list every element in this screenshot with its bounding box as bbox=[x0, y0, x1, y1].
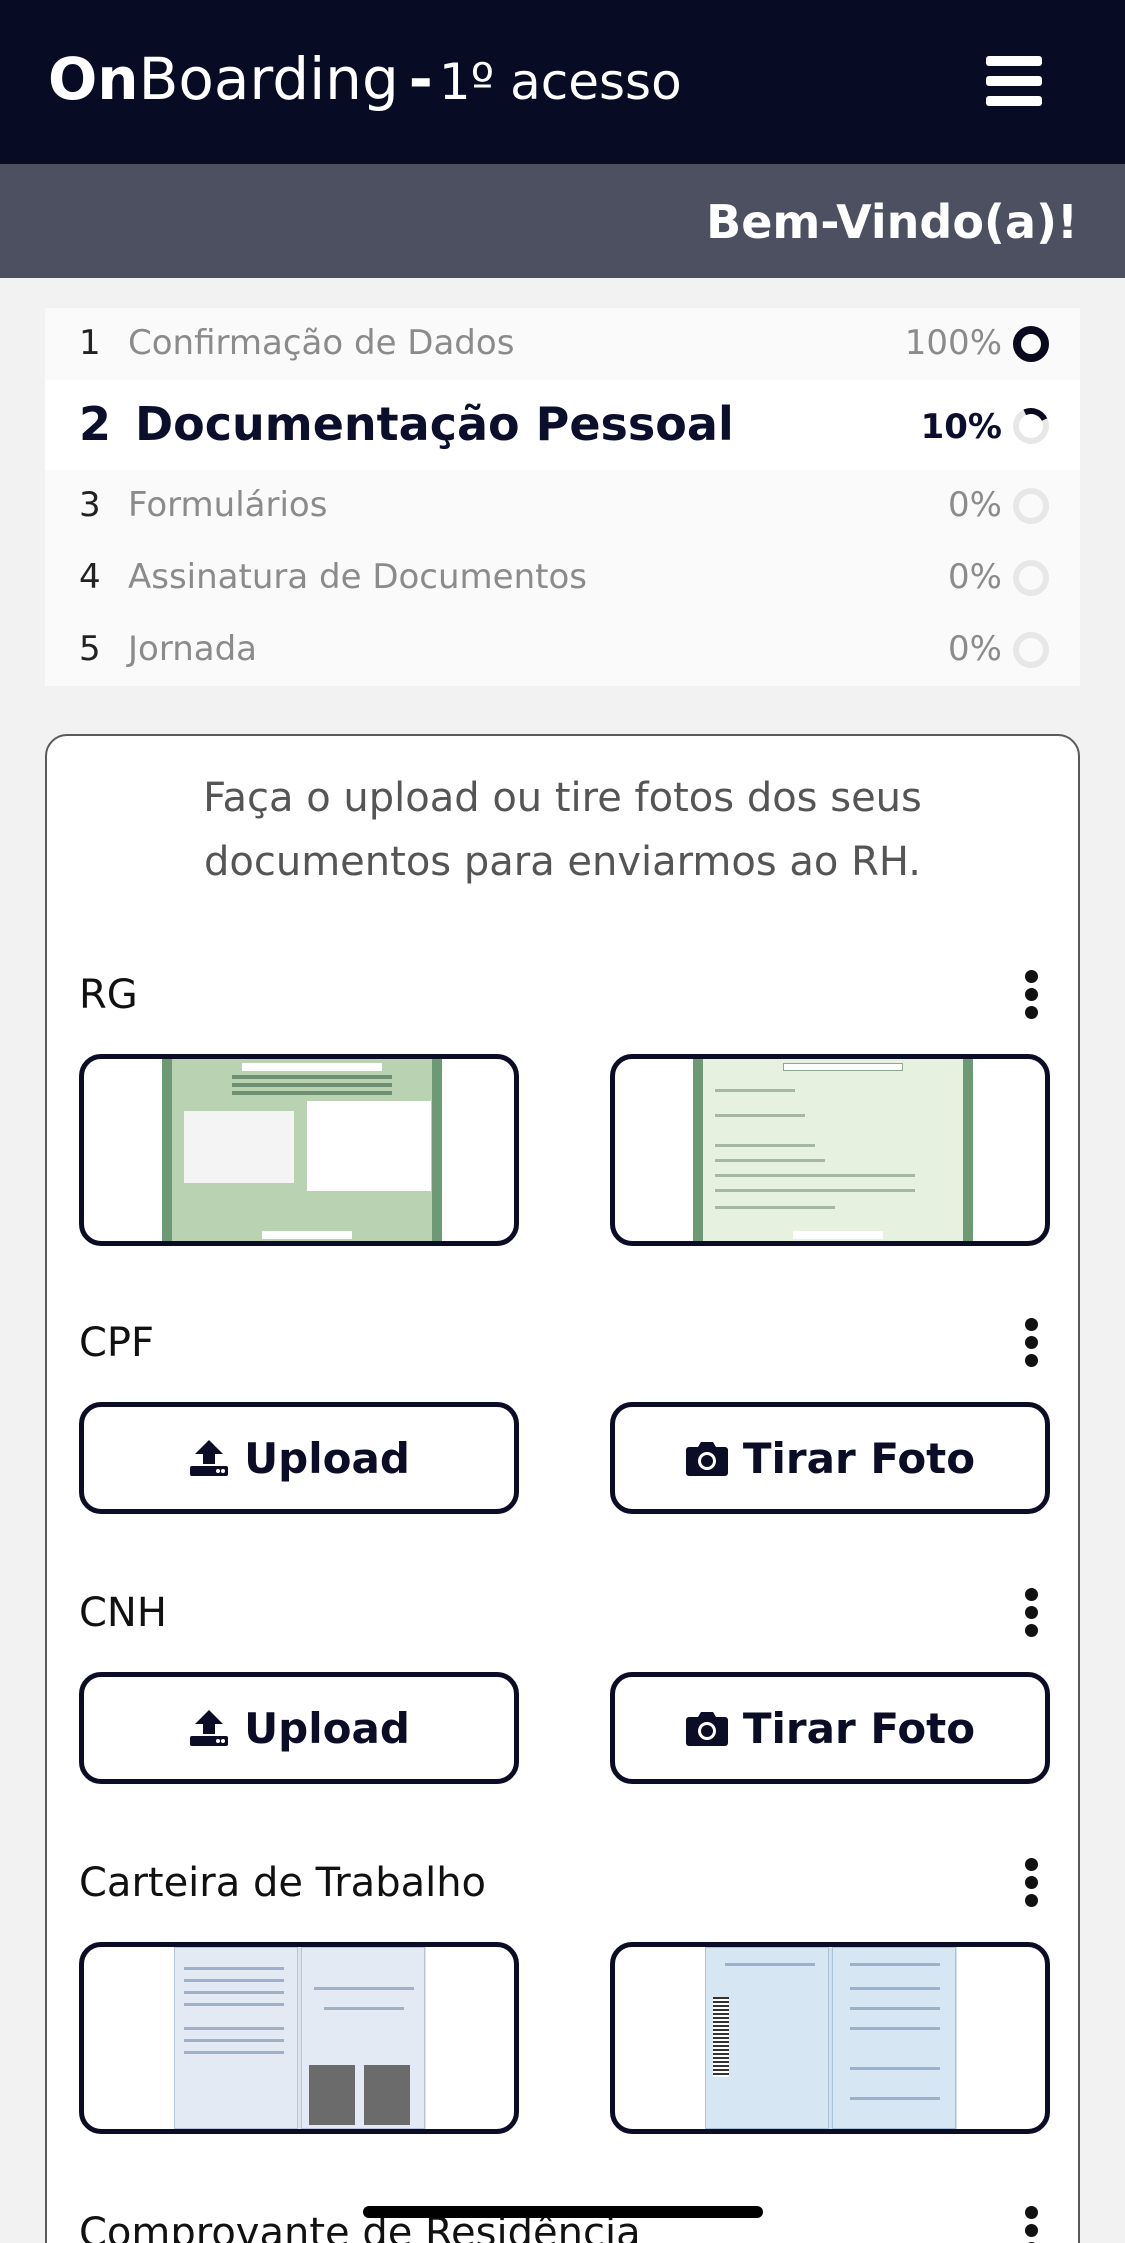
upload-label: Upload bbox=[244, 1703, 410, 1753]
ctps-back-thumbnail[interactable] bbox=[610, 1942, 1050, 2134]
step-item[interactable]: 5 Jornada 0% bbox=[45, 614, 1080, 686]
hamburger-menu-icon[interactable] bbox=[986, 56, 1042, 106]
step-percent: 0% bbox=[948, 557, 1002, 597]
step-percent: 0% bbox=[948, 629, 1002, 669]
upload-icon bbox=[190, 1440, 229, 1476]
document-title: CNH bbox=[79, 1590, 167, 1636]
step-label: Confirmação de Dados bbox=[128, 323, 515, 363]
cpf-upload-button[interactable]: Upload bbox=[79, 1402, 519, 1514]
instructions-text: Faça o upload ou tire fotos dos seus doc… bbox=[203, 775, 922, 885]
step-label: Assinatura de Documentos bbox=[128, 557, 587, 597]
welcome-text: Bem-Vindo(a)! bbox=[706, 195, 1078, 249]
app-header: OnBoarding -1º acesso bbox=[0, 0, 1125, 164]
more-options-icon[interactable] bbox=[1025, 1858, 1039, 1908]
step-number: 4 bbox=[79, 557, 101, 597]
step-label: Jornada bbox=[128, 629, 258, 669]
step-label: Documentação Pessoal bbox=[135, 397, 734, 451]
document-title: Carteira de Trabalho bbox=[79, 1860, 487, 1906]
progress-ring-icon bbox=[1013, 560, 1049, 596]
more-options-icon[interactable] bbox=[1025, 1588, 1039, 1638]
cnh-take-photo-button[interactable]: Tirar Foto bbox=[610, 1672, 1050, 1784]
upload-icon bbox=[190, 1710, 229, 1746]
rg-back-image bbox=[693, 1059, 973, 1241]
step-percent: 10% bbox=[920, 407, 1002, 447]
brand-on: On bbox=[48, 45, 139, 113]
progress-steps: 1 Confirmação de Dados 100% 2 Documentaç… bbox=[45, 308, 1080, 686]
step-item[interactable]: 1 Confirmação de Dados 100% bbox=[45, 308, 1080, 380]
brand-rest: Boarding bbox=[138, 45, 399, 113]
more-options-icon[interactable] bbox=[1025, 970, 1039, 1020]
progress-ring-icon bbox=[1007, 402, 1055, 450]
step-item-active[interactable]: 2 Documentação Pessoal 10% bbox=[45, 380, 1080, 470]
camera-icon bbox=[685, 1442, 728, 1476]
progress-ring-icon bbox=[1013, 632, 1049, 668]
step-number: 2 bbox=[79, 397, 112, 451]
camera-icon bbox=[685, 1712, 728, 1746]
more-options-icon[interactable] bbox=[1025, 2206, 1039, 2243]
welcome-bar: Bem-Vindo(a)! bbox=[0, 164, 1125, 278]
progress-ring-icon bbox=[1013, 488, 1049, 524]
step-number: 3 bbox=[79, 485, 101, 525]
cpf-take-photo-button[interactable]: Tirar Foto bbox=[610, 1402, 1050, 1514]
upload-label: Upload bbox=[244, 1433, 410, 1483]
cnh-upload-button[interactable]: Upload bbox=[79, 1672, 519, 1784]
app-title: OnBoarding -1º acesso bbox=[48, 44, 682, 117]
step-number: 1 bbox=[79, 323, 101, 363]
step-percent: 100% bbox=[904, 323, 1002, 363]
step-label: Formulários bbox=[128, 485, 328, 525]
rg-front-thumbnail[interactable] bbox=[79, 1054, 519, 1246]
document-title: RG bbox=[79, 972, 138, 1018]
rg-back-thumbnail[interactable] bbox=[610, 1054, 1050, 1246]
step-item[interactable]: 4 Assinatura de Documentos 0% bbox=[45, 542, 1080, 614]
step-percent: 0% bbox=[948, 485, 1002, 525]
step-item[interactable]: 3 Formulários 0% bbox=[45, 470, 1080, 542]
step-number: 5 bbox=[79, 629, 101, 669]
progress-ring-icon bbox=[1013, 326, 1049, 362]
ctps-front-image bbox=[174, 1947, 426, 2129]
brand-dash: - bbox=[408, 45, 433, 113]
ctps-back-image bbox=[705, 1947, 957, 2129]
rg-front-image bbox=[162, 1059, 442, 1241]
take-photo-label: Tirar Foto bbox=[742, 1433, 976, 1483]
brand-subtitle: 1º acesso bbox=[438, 53, 682, 111]
home-indicator bbox=[363, 2206, 763, 2218]
document-title: CPF bbox=[79, 1320, 155, 1366]
documents-card: Faça o upload ou tire fotos dos seus doc… bbox=[45, 734, 1080, 2243]
take-photo-label: Tirar Foto bbox=[742, 1703, 976, 1753]
more-options-icon[interactable] bbox=[1025, 1318, 1039, 1368]
ctps-front-thumbnail[interactable] bbox=[79, 1942, 519, 2134]
